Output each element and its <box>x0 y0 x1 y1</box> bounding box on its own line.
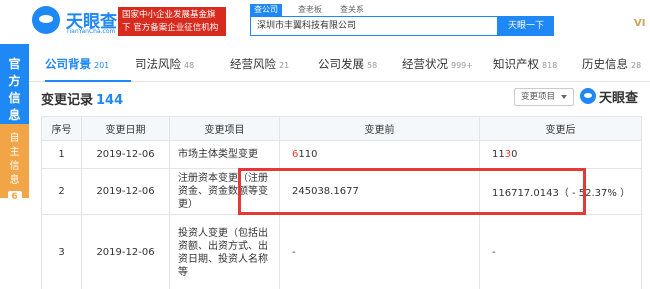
table-row: 1 2019-12-06 市场主体类型变更 6110 1130 <box>41 140 642 169</box>
category-nav: 公司背景 201 司法风险 48 经营风险 21 公司发展 58 经营状况 999+ 知识… <box>29 44 650 82</box>
watermark-text: 天眼查 <box>599 91 639 106</box>
col-header-after: 变更后 <box>479 116 642 141</box>
search-button[interactable]: 天眼一下 <box>498 16 554 36</box>
nav-intellectual-property[interactable]: 知识产权 818 <box>493 56 557 72</box>
nav-count: 201 <box>94 61 110 70</box>
chevron-down-icon <box>561 95 567 99</box>
cell-date: 2019-12-06 <box>81 140 170 169</box>
self-info-count-badge: 6 <box>7 191 22 203</box>
tab-search-relation[interactable]: 查关系 <box>340 4 364 16</box>
nav-legal-risk[interactable]: 司法风险 48 <box>135 56 194 72</box>
nav-count: 999+ <box>451 61 473 70</box>
nav-label: 经营状况 <box>402 57 448 71</box>
search-input[interactable]: 深圳市丰翼科技有限公司 <box>250 16 498 36</box>
cell-text: 11 <box>492 149 505 160</box>
side-tab-self-info[interactable]: 自主信息 6 <box>0 124 29 203</box>
nav-count: 21 <box>279 61 290 70</box>
side-tab-official-info[interactable]: 官方信息 <box>0 44 29 124</box>
nav-company-background[interactable]: 公司背景 201 <box>45 56 109 72</box>
highlight-annotation-box <box>238 168 586 215</box>
col-header-date: 变更日期 <box>81 116 170 141</box>
cell-index: 3 <box>41 214 82 289</box>
nav-count: 28 <box>631 61 642 70</box>
nav-label: 公司发展 <box>318 57 364 71</box>
cell-after: 1130 <box>479 140 642 169</box>
cell-before: - <box>279 214 480 289</box>
section-count: 144 <box>96 93 124 108</box>
change-item-filter-select[interactable]: 变更项目 <box>514 88 574 106</box>
nav-label: 历史信息 <box>582 57 628 71</box>
col-header-before: 变更前 <box>279 116 480 141</box>
cell-after: - <box>479 214 642 289</box>
filter-label: 变更项目 <box>521 92 556 102</box>
col-header-index: 序号 <box>41 116 82 141</box>
cell-text: 110 <box>298 149 318 160</box>
cell-date: 2019-12-06 <box>81 214 170 289</box>
nav-count: 48 <box>184 61 195 70</box>
eye-logo-icon <box>32 6 60 34</box>
cell-item: 市场主体类型变更 <box>169 140 280 169</box>
eye-watermark-icon <box>580 88 596 104</box>
nav-count: 818 <box>542 61 558 70</box>
nav-label: 司法风险 <box>135 57 181 71</box>
promo-banner[interactable]: 国家中小企业发展基金旗下 官方备案企业征信机构 <box>118 7 226 36</box>
nav-label: 经营风险 <box>230 57 276 71</box>
table-row: 3 2019-12-06 投资人变更（包括出资额、出资方式、出资日期、投资人名称… <box>41 214 642 289</box>
nav-count: 58 <box>367 61 378 70</box>
nav-label: 知识产权 <box>493 57 539 71</box>
nav-operating-risk[interactable]: 经营风险 21 <box>230 56 289 72</box>
cell-item: 投资人变更（包括出资额、出资方式、出资日期、投资人名称等 <box>169 214 280 289</box>
nav-business-status[interactable]: 经营状况 999+ <box>402 56 473 72</box>
cell-index: 1 <box>41 140 82 169</box>
nav-history-info[interactable]: 历史信息 28 <box>582 56 641 72</box>
side-tab-self-label: 自主信息 <box>9 133 20 186</box>
cell-text: 0 <box>511 149 518 160</box>
vip-link[interactable]: VI <box>634 18 645 29</box>
cell-index: 2 <box>41 168 82 215</box>
section-title-label: 变更记录 <box>41 93 94 108</box>
tab-search-boss[interactable]: 查老板 <box>298 4 322 16</box>
logo-domain: TianYanCha.com <box>66 28 116 35</box>
cell-before: 6110 <box>279 140 480 169</box>
section-title: 变更记录 144 <box>41 89 123 108</box>
tab-search-company[interactable]: 查公司 <box>250 4 282 16</box>
cell-date: 2019-12-06 <box>81 168 170 215</box>
top-header: 天眼查 TianYanCha.com 国家中小企业发展基金旗下 官方备案企业征信… <box>0 0 650 44</box>
table-header-row: 序号 变更日期 变更项目 变更前 变更后 <box>41 116 642 141</box>
col-header-item: 变更项目 <box>169 116 280 141</box>
nav-label: 公司背景 <box>45 57 91 71</box>
nav-company-development[interactable]: 公司发展 58 <box>318 56 377 72</box>
active-tab-underline <box>45 80 131 82</box>
